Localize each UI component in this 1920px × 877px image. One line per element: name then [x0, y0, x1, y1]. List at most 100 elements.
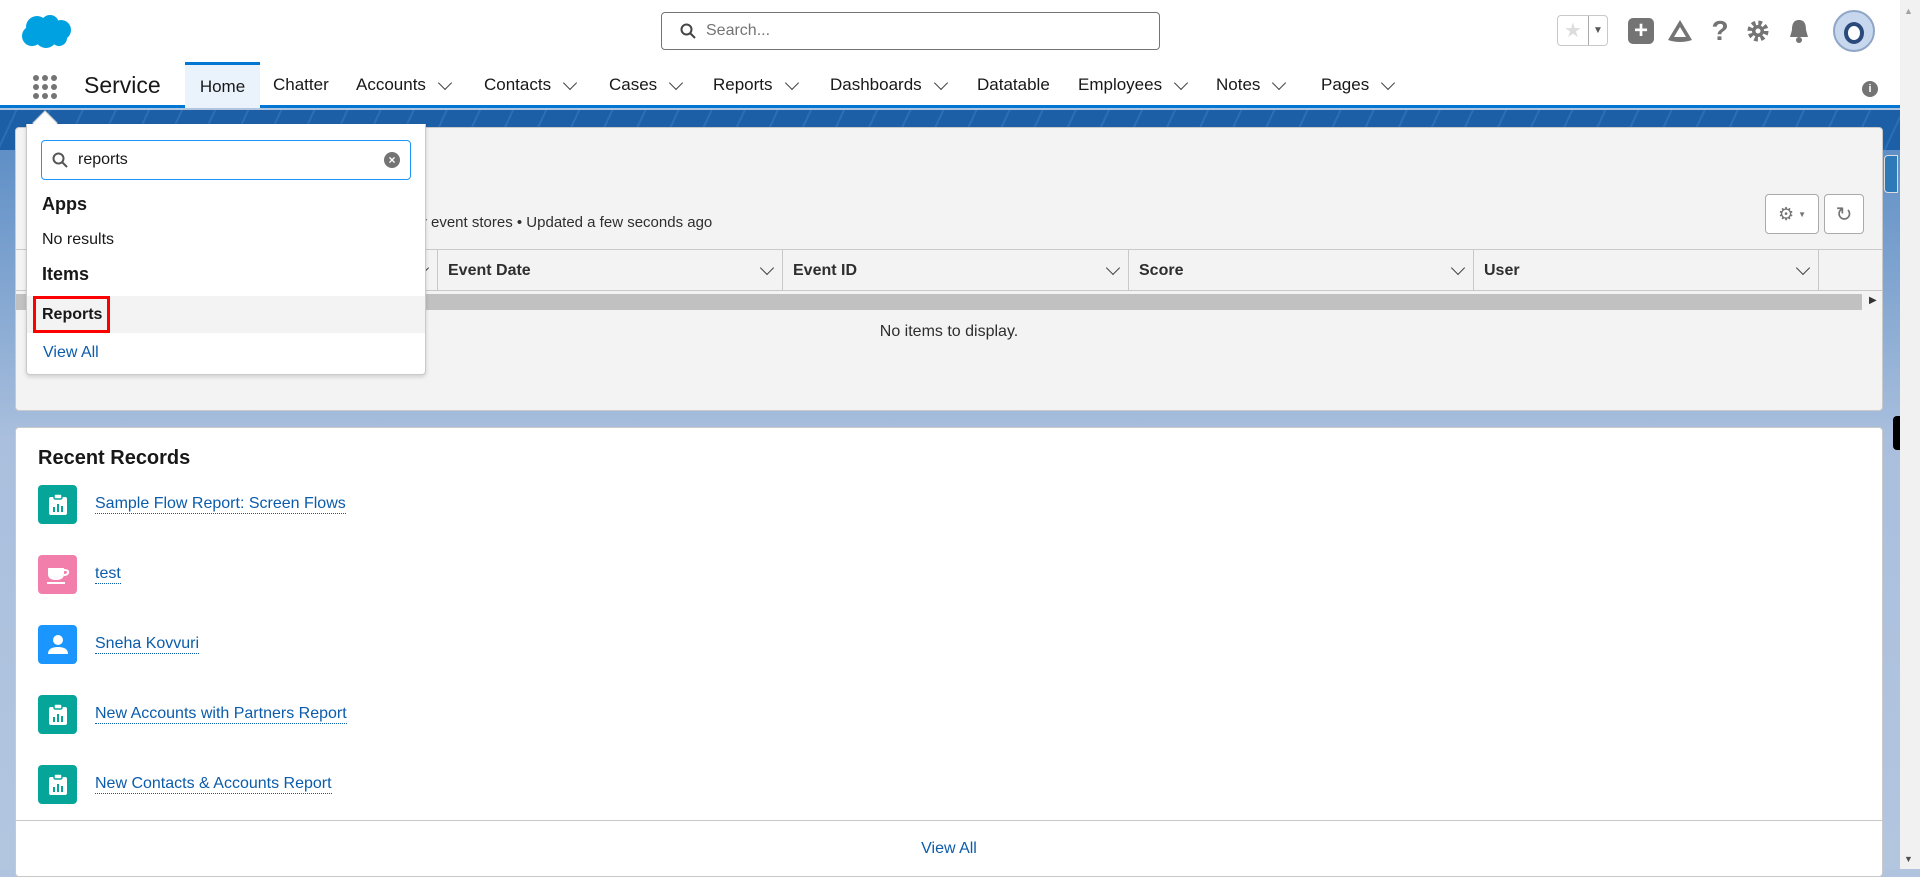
- help-icon[interactable]: ?: [1708, 14, 1732, 48]
- apps-no-results: No results: [42, 231, 115, 248]
- refresh-button[interactable]: ↻: [1824, 194, 1864, 234]
- tab-label: Chatter: [273, 75, 329, 94]
- scroll-right-arrow-icon[interactable]: ▶: [1869, 295, 1877, 306]
- tab-datatable[interactable]: Datatable: [977, 62, 1050, 108]
- recent-record-link[interactable]: test: [95, 565, 121, 584]
- recent-record-link[interactable]: New Accounts with Partners Report: [95, 705, 347, 724]
- chevron-down-icon[interactable]: [1105, 260, 1121, 276]
- tab-label: Notes: [1216, 75, 1261, 94]
- tab-label: Home: [199, 76, 246, 96]
- trailhead-icon[interactable]: [1666, 18, 1694, 44]
- report-icon: [38, 765, 77, 804]
- launcher-item-label: Reports: [33, 296, 110, 333]
- salesforce-logo[interactable]: [20, 14, 72, 48]
- launcher-view-all-link[interactable]: View All: [43, 344, 99, 362]
- chevron-down-icon[interactable]: [933, 75, 948, 90]
- chevron-down-icon[interactable]: [1795, 260, 1811, 276]
- tab-reports[interactable]: Reports: [713, 62, 799, 108]
- utility-panel-toggle[interactable]: [1884, 155, 1898, 193]
- info-icon[interactable]: i: [1862, 81, 1878, 97]
- column-label: User: [1484, 261, 1520, 279]
- chevron-down-icon[interactable]: [1272, 75, 1287, 90]
- tab-chatter[interactable]: Chatter: [273, 62, 329, 108]
- recent-record-link[interactable]: New Contacts & Accounts Report: [95, 775, 332, 794]
- clear-search-icon[interactable]: ×: [384, 152, 400, 168]
- tab-label: Employees: [1078, 75, 1163, 94]
- tab-label: Pages: [1321, 75, 1370, 94]
- recent-record-item[interactable]: Sample Flow Report: Screen Flows: [38, 485, 346, 524]
- star-icon[interactable]: ★: [1558, 16, 1588, 45]
- tab-notes[interactable]: Notes: [1216, 62, 1287, 108]
- search-placeholder: Search...: [706, 22, 771, 39]
- launcher-item-reports[interactable]: Reports: [27, 296, 425, 333]
- app-name: Service: [84, 72, 161, 98]
- tab-label: Dashboards: [830, 75, 922, 94]
- column-header-score[interactable]: Score: [1129, 250, 1474, 291]
- chevron-down-icon[interactable]: [669, 75, 684, 90]
- favorites-dropdown-icon[interactable]: ▼: [1588, 16, 1607, 45]
- tab-accounts[interactable]: Accounts: [356, 62, 453, 108]
- recent-record-link[interactable]: Sample Flow Report: Screen Flows: [95, 495, 346, 514]
- cup-icon: [38, 555, 77, 594]
- scroll-down-arrow-icon[interactable]: ▼: [1904, 854, 1913, 864]
- tab-home[interactable]: Home: [185, 62, 260, 108]
- column-label: Event Date: [448, 261, 531, 279]
- scroll-up-arrow-icon[interactable]: ▲: [1904, 6, 1913, 16]
- tab-dashboards[interactable]: Dashboards: [830, 62, 948, 108]
- chevron-down-icon[interactable]: [784, 75, 799, 90]
- refresh-icon: ↻: [1835, 203, 1853, 226]
- global-search[interactable]: Search...: [661, 12, 1160, 50]
- tab-label: Accounts: [356, 75, 426, 94]
- launcher-search-input[interactable]: reports ×: [41, 140, 411, 180]
- event-card-subtitle: ly event stores • Updated a few seconds …: [416, 214, 713, 231]
- tab-label: Contacts: [484, 75, 552, 94]
- tab-label: Reports: [713, 75, 773, 94]
- contact-icon: [38, 625, 77, 664]
- side-handle[interactable]: [1893, 416, 1900, 450]
- chevron-down-icon[interactable]: [563, 75, 578, 90]
- global-actions-plus-icon[interactable]: +: [1628, 17, 1654, 44]
- chevron-down-icon[interactable]: [1174, 75, 1189, 90]
- chevron-down-icon[interactable]: [1381, 75, 1396, 90]
- recent-record-item[interactable]: test: [38, 555, 121, 594]
- recent-records-title: Recent Records: [38, 447, 191, 469]
- app-launcher-dropdown: reports × Apps No results Items Reports …: [26, 124, 426, 375]
- recent-records-view-all-link[interactable]: View All: [16, 840, 1882, 858]
- tab-label: Cases: [609, 75, 658, 94]
- items-heading: Items: [42, 264, 90, 284]
- gear-icon: ⚙: [1777, 203, 1795, 224]
- recent-record-item[interactable]: New Accounts with Partners Report: [38, 695, 347, 734]
- recent-record-item[interactable]: Sneha Kovvuri: [38, 625, 200, 664]
- recent-record-item[interactable]: New Contacts & Accounts Report: [38, 765, 332, 804]
- tab-contacts[interactable]: Contacts: [484, 62, 578, 108]
- tab-employees[interactable]: Employees: [1078, 62, 1189, 108]
- column-header-event-id[interactable]: Event ID: [783, 250, 1129, 291]
- chevron-down-icon[interactable]: [437, 75, 453, 90]
- report-icon: [38, 695, 77, 734]
- setup-gear-icon[interactable]: [1746, 19, 1770, 43]
- tab-cases[interactable]: Cases: [609, 62, 684, 108]
- notifications-bell-icon[interactable]: [1787, 18, 1811, 44]
- column-header-user[interactable]: User: [1474, 250, 1819, 291]
- tab-pages[interactable]: Pages: [1321, 62, 1396, 108]
- launcher-search-value: reports: [78, 151, 128, 168]
- report-icon: [38, 485, 77, 524]
- chevron-down-icon[interactable]: [1450, 260, 1466, 276]
- caret-down-icon: ▼: [1798, 209, 1807, 219]
- recent-record-link[interactable]: Sneha Kovvuri: [95, 635, 200, 654]
- divider: [16, 820, 1882, 821]
- chevron-down-icon[interactable]: [759, 260, 775, 276]
- vertical-scrollbar[interactable]: ▲ ▼: [1900, 0, 1920, 869]
- apps-heading: Apps: [42, 194, 87, 214]
- recent-records-card: Recent Records Sample Flow Report: Scree…: [15, 427, 1883, 877]
- favorites-button[interactable]: ★ ▼: [1557, 15, 1608, 46]
- tab-label: Datatable: [977, 75, 1050, 94]
- column-label: Event ID: [793, 261, 858, 279]
- settings-menu-button[interactable]: ⚙ ▼: [1765, 194, 1819, 234]
- search-icon: [52, 152, 68, 168]
- search-icon: [680, 23, 696, 39]
- app-launcher-icon[interactable]: [32, 74, 58, 100]
- column-label: Score: [1139, 261, 1184, 279]
- user-avatar[interactable]: [1833, 10, 1875, 52]
- column-header-event-date[interactable]: Event Date: [438, 250, 783, 291]
